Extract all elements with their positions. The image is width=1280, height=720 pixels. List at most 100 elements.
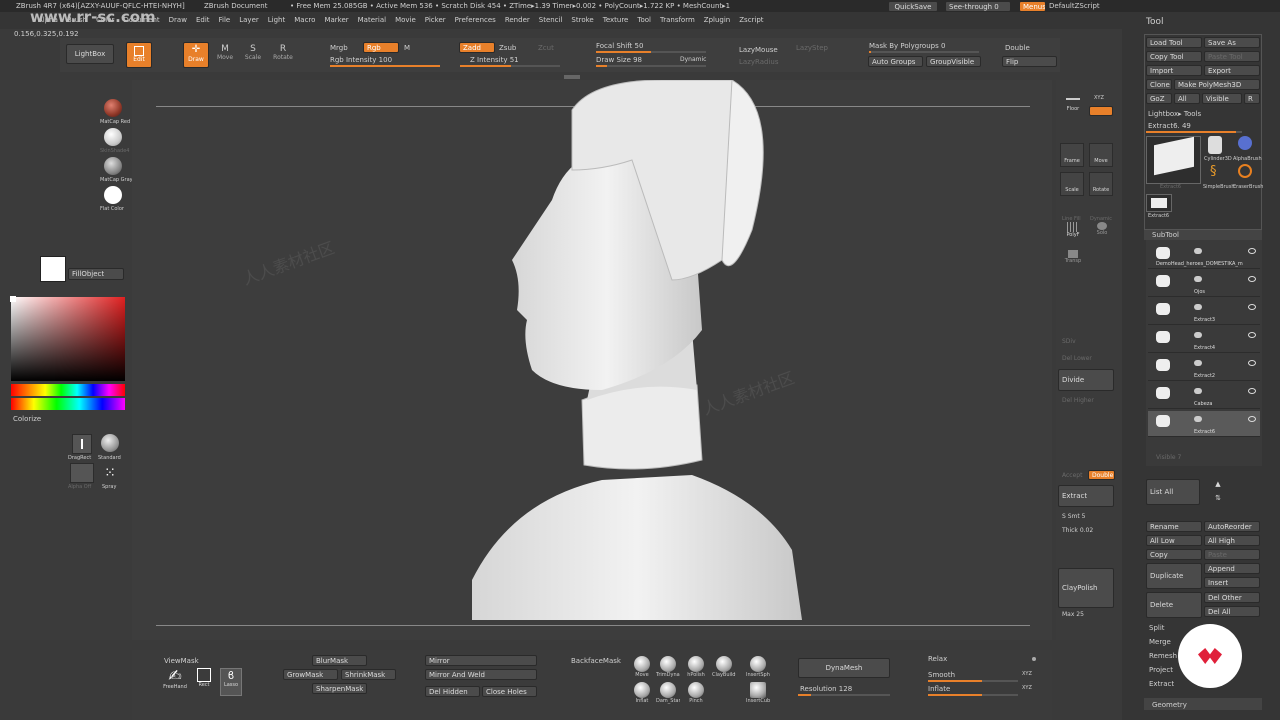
goz-button[interactable]: GoZ <box>1146 93 1172 104</box>
cylinder-thumb-icon[interactable] <box>1208 136 1222 154</box>
make-polymesh-button[interactable]: Make PolyMesh3D <box>1174 79 1260 90</box>
viewmask-button[interactable]: ViewMask <box>164 657 199 665</box>
brush-move[interactable]: Move <box>630 656 654 680</box>
auto-reorder-button[interactable]: AutoReorder <box>1204 521 1260 532</box>
max-slider[interactable]: Max 25 <box>1062 611 1084 618</box>
rotate-button[interactable]: R Rotate <box>271 44 295 68</box>
delete-button[interactable]: Delete <box>1146 592 1202 618</box>
smooth-slider[interactable]: Smooth <box>928 671 955 679</box>
brush-insertcube[interactable]: InsertCube <box>746 682 770 706</box>
resolution-track[interactable] <box>798 694 890 696</box>
menu-item-zscript[interactable]: Zscript <box>739 16 763 24</box>
visible-button[interactable]: Visible <box>1202 93 1242 104</box>
dragrect-stroke-button[interactable] <box>72 434 92 454</box>
subtool-polypaint-toggle-icon[interactable] <box>1194 248 1202 254</box>
subtool-item[interactable]: Extract4 <box>1148 327 1260 353</box>
transp-button[interactable]: Transp <box>1062 250 1084 270</box>
del-other-button[interactable]: Del Other <box>1204 592 1260 603</box>
menu-item-light[interactable]: Light <box>268 16 285 24</box>
extract6-small-thumb[interactable] <box>1146 194 1172 212</box>
sharpenmask-button[interactable]: SharpenMask <box>312 683 367 694</box>
current-tool-slider[interactable]: Extract6. 49 <box>1148 122 1191 130</box>
m-button[interactable]: M <box>404 44 410 52</box>
scale-button[interactable]: S Scale <box>243 44 263 68</box>
remesh-menu[interactable]: Remesh <box>1149 652 1177 660</box>
menu-item-marker[interactable]: Marker <box>324 16 348 24</box>
lazystep-slider[interactable]: LazyStep <box>796 44 828 52</box>
alphabrush-thumb-icon[interactable] <box>1238 136 1252 150</box>
mrgb-button[interactable]: Mrgb <box>330 44 348 52</box>
paste-tool-button[interactable]: Paste Tool <box>1204 51 1260 62</box>
brush-claybuildup[interactable]: ClayBuildup <box>712 656 736 680</box>
save-as-button[interactable]: Save As <box>1204 37 1260 48</box>
subtool-visibility-eye-icon[interactable] <box>1248 360 1256 366</box>
rect-button[interactable]: Rect <box>194 668 214 696</box>
smooth-track[interactable] <box>928 680 1018 682</box>
freehand-button[interactable]: ✍ FreeHand <box>162 668 188 696</box>
rgb-button[interactable]: Rgb <box>363 42 399 53</box>
brush-pinch[interactable]: Pinch <box>684 682 708 706</box>
lightbox-tools-button[interactable]: Lightbox▸ Tools <box>1148 110 1201 118</box>
subtool-polypaint-toggle-icon[interactable] <box>1194 388 1202 394</box>
clone-button[interactable]: Clone <box>1146 79 1172 90</box>
dynamesh-button[interactable]: DynaMesh <box>798 658 890 678</box>
relax-button[interactable]: Relax <box>928 655 947 663</box>
double-extract-button[interactable]: Double <box>1088 470 1115 480</box>
merge-menu[interactable]: Merge <box>1149 638 1171 646</box>
brush-trimdynamic[interactable]: TrimDynamic <box>656 656 680 680</box>
all-button[interactable]: All <box>1174 93 1200 104</box>
geometry-title[interactable]: Geometry <box>1152 701 1187 709</box>
subtool-visibility-eye-icon[interactable] <box>1248 276 1256 282</box>
lasso-button[interactable]: ϐ Lasso <box>220 668 242 696</box>
color-picker-cursor-icon[interactable] <box>10 296 16 302</box>
zcut-button[interactable]: Zcut <box>538 44 554 52</box>
alpha-off-button[interactable] <box>70 463 94 483</box>
menu-item-edit[interactable]: Edit <box>196 16 210 24</box>
brush-insertsphere[interactable]: InsertSphere <box>746 656 770 680</box>
flip-button[interactable]: Flip <box>1002 56 1057 67</box>
menu-item-preferences[interactable]: Preferences <box>455 16 496 24</box>
subtool-item[interactable]: DemoHead_heroes_DOMESTIKA_m <box>1148 243 1260 269</box>
project-menu[interactable]: Project <box>1149 666 1173 674</box>
copy-tool-button[interactable]: Copy Tool <box>1146 51 1202 62</box>
menu-item-file[interactable]: File <box>219 16 231 24</box>
paste-button[interactable]: Paste <box>1204 549 1260 560</box>
copy-button[interactable]: Copy <box>1146 549 1202 560</box>
split-menu[interactable]: Split <box>1149 624 1165 632</box>
floor-button[interactable]: Floor <box>1064 92 1082 114</box>
edit-button[interactable]: Edit <box>126 42 152 68</box>
hue-strip-2[interactable] <box>11 398 125 410</box>
frame-button[interactable]: Frame <box>1060 143 1084 167</box>
simplebrush-thumb-icon[interactable]: § <box>1210 164 1224 179</box>
spray-icon[interactable]: ⁙ <box>101 464 119 482</box>
append-button[interactable]: Append <box>1204 563 1260 574</box>
rename-button[interactable]: Rename <box>1146 521 1202 532</box>
menu-item-macro[interactable]: Macro <box>294 16 315 24</box>
zsub-button[interactable]: Zsub <box>499 44 516 52</box>
mask-by-polygroups-track[interactable] <box>869 51 979 53</box>
local-symmetry-button[interactable] <box>1089 106 1113 116</box>
draw-button[interactable]: ✛ Draw <box>183 42 209 68</box>
del-all-button[interactable]: Del All <box>1204 606 1260 617</box>
subtool-visibility-eye-icon[interactable] <box>1248 332 1256 338</box>
all-high-button[interactable]: All High <box>1204 535 1260 546</box>
focal-shift-track[interactable] <box>596 51 706 53</box>
mirror-and-weld-button[interactable]: Mirror And Weld <box>425 669 537 680</box>
lazyradius-slider[interactable]: LazyRadius <box>739 58 778 66</box>
subtool-polypaint-toggle-icon[interactable] <box>1194 360 1202 366</box>
subtool-up-arrow-icon[interactable]: ▲ <box>1208 480 1228 490</box>
lazymouse-button[interactable]: LazyMouse <box>739 46 778 54</box>
fill-object-button[interactable]: FillObject <box>68 268 124 280</box>
hue-strip[interactable] <box>11 384 125 396</box>
subtool-item[interactable]: Extract2 <box>1148 355 1260 381</box>
auto-groups-button[interactable]: Auto Groups <box>868 56 923 67</box>
scale-view-button[interactable]: Scale <box>1060 172 1084 196</box>
inflate-track[interactable] <box>928 694 1018 696</box>
load-tool-button[interactable]: Load Tool <box>1146 37 1202 48</box>
r-button[interactable]: R <box>1244 93 1260 104</box>
menu-item-stencil[interactable]: Stencil <box>539 16 563 24</box>
subtool-polypaint-toggle-icon[interactable] <box>1194 276 1202 282</box>
menu-item-draw[interactable]: Draw <box>169 16 187 24</box>
dynamic-toggle[interactable]: Dynamic <box>680 56 706 63</box>
thick-slider[interactable]: Thick 0.02 <box>1062 527 1093 534</box>
